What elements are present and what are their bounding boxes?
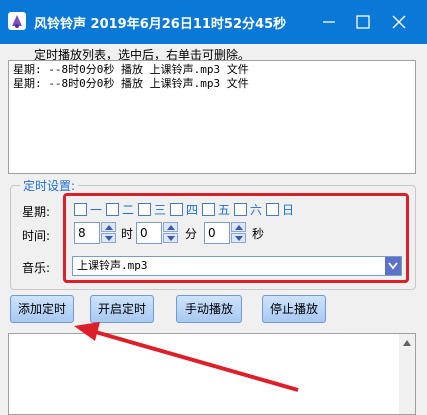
manual-play-button[interactable]: 手动播放 — [176, 295, 242, 323]
maximize-button[interactable] — [350, 10, 376, 34]
app-icon — [8, 12, 26, 30]
group-title: 定时设置: — [20, 177, 79, 194]
maximize-icon — [356, 15, 370, 29]
window-title: 风铃铃声 2019年6月26日11时52分45秒 — [34, 17, 287, 32]
close-icon — [392, 15, 406, 29]
week-label: 星期: — [22, 205, 51, 219]
music-label: 音乐: — [22, 261, 51, 275]
stop-play-button[interactable]: 停止播放 — [262, 295, 326, 323]
playlist-listbox[interactable]: 星期: --8时0分0秒 播放 上课铃声.mp3 文件 星期: --8时0分0秒… — [8, 60, 416, 174]
list-item[interactable]: 星期: --8时0分0秒 播放 上课铃声.mp3 文件 — [13, 63, 411, 77]
start-timer-button[interactable]: 开启定时 — [90, 295, 154, 323]
annotation-highlight-box — [63, 193, 409, 283]
scroll-up-icon[interactable] — [403, 340, 411, 346]
minimize-icon — [323, 21, 335, 23]
add-timer-button[interactable]: 添加定时 — [10, 295, 74, 323]
log-textarea[interactable] — [8, 333, 416, 415]
time-label: 时间: — [22, 229, 51, 243]
minimize-button[interactable] — [316, 10, 342, 34]
close-button[interactable] — [386, 10, 412, 34]
vertical-scrollbar[interactable] — [399, 334, 415, 414]
title-bar[interactable]: 风铃铃声 2019年6月26日11时52分45秒 — [0, 0, 427, 44]
list-item[interactable]: 星期: --8时0分0秒 播放 上课铃声.mp3 文件 — [13, 77, 411, 91]
